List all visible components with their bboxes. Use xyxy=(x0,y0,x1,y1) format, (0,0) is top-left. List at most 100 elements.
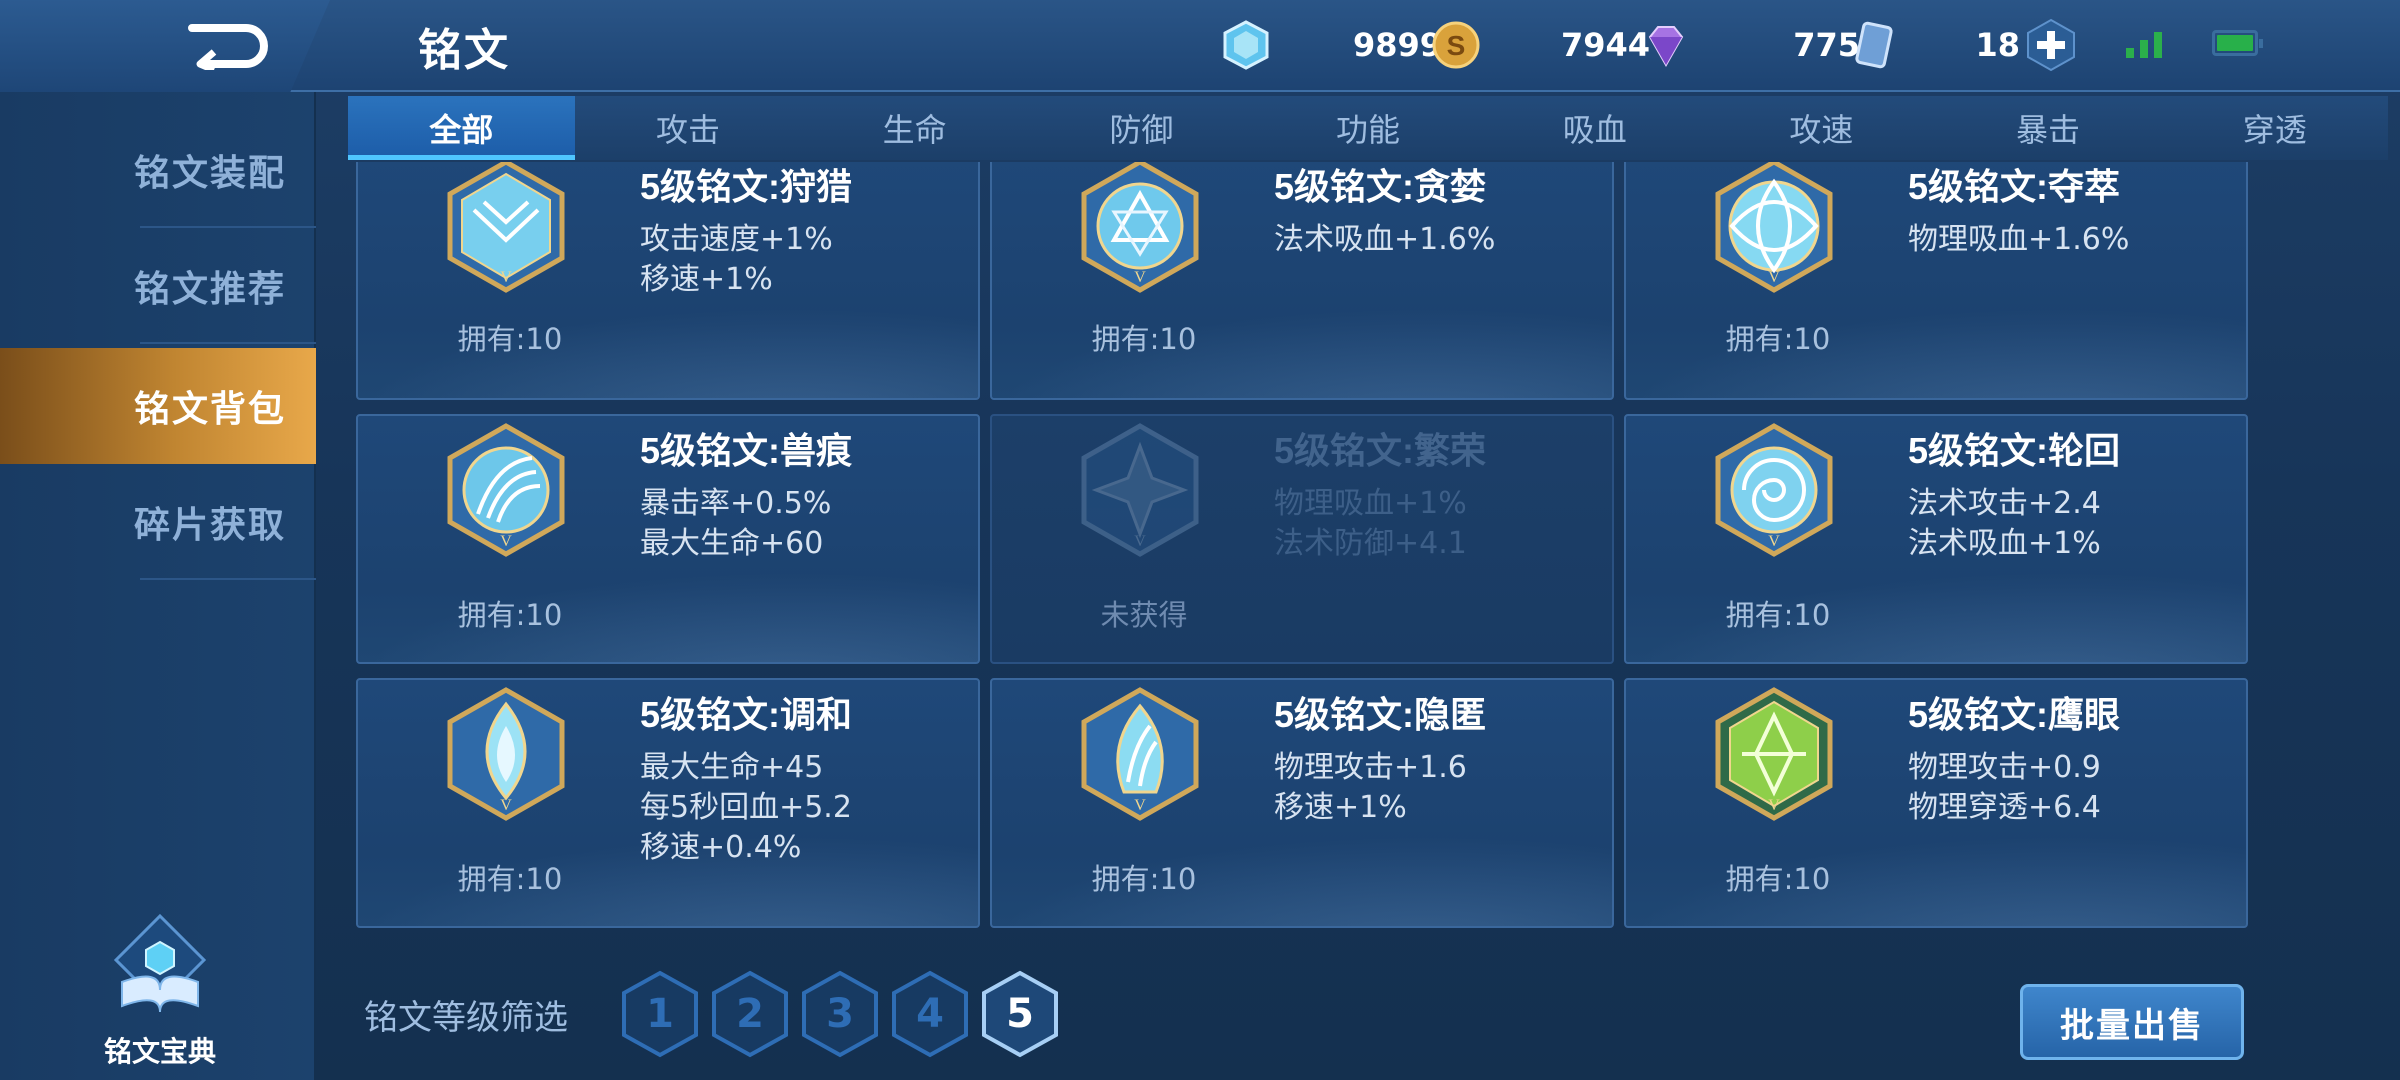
rune-attr: 物理攻击+0.9 xyxy=(1908,750,2101,785)
rune-card-seize[interactable]: V 5级铭文:夺萃 物理吸血+1.6% 拥有:10 xyxy=(1624,162,2248,400)
svg-text:V: V xyxy=(500,533,512,550)
sidebar-item-rune-recommend[interactable]: 铭文推荐 xyxy=(0,228,316,344)
level-filter-2[interactable]: 2 xyxy=(710,970,790,1058)
rune-codex-label: 铭文宝典 xyxy=(103,1035,216,1068)
svg-text:S: S xyxy=(1447,30,1466,61)
category-tabs: 全部 攻击 生命 防御 功能 吸血 攻速 暴击 穿透 xyxy=(348,96,2388,160)
svg-text:V: V xyxy=(1768,797,1780,814)
top-bar: 铭文 9899 S 7944 775 18 xyxy=(0,0,2400,92)
rune-owned-count: 拥有:10 xyxy=(457,862,563,896)
rune-beast-mark-icon: V xyxy=(447,423,565,557)
rune-card-hunt[interactable]: V 5级铭文:狩猎 攻击速度+1% 移速+1% 拥有:10 xyxy=(356,162,980,400)
rune-attr: 物理吸血+1% xyxy=(1274,486,1467,521)
rune-owned-count: 拥有:10 xyxy=(1725,322,1831,356)
battery-icon xyxy=(2212,30,2263,56)
rune-attr: 物理攻击+1.6 xyxy=(1274,750,1467,785)
sidebar-item-rune-loadout[interactable]: 铭文装配 xyxy=(0,112,316,228)
tab-attack[interactable]: 攻击 xyxy=(575,96,802,160)
card-ticket-icon xyxy=(1855,21,1893,69)
gold-coin-icon: S xyxy=(1432,21,1480,69)
rune-codex-button[interactable]: 铭文宝典 xyxy=(100,912,220,1070)
rune-attr: 暴击率+0.5% xyxy=(640,486,832,521)
rune-harmony-icon: V xyxy=(447,687,565,821)
gold-currency: S 7944 xyxy=(1430,14,1650,76)
rune-card-reincarnation[interactable]: V 5级铭文:轮回 法术攻击+2.4 法术吸血+1% 拥有:10 xyxy=(1624,414,2248,664)
tab-lifesteal[interactable]: 吸血 xyxy=(1481,96,1708,160)
rune-attr: 最大生命+45 xyxy=(640,750,824,785)
add-ticket-plus-icon[interactable] xyxy=(2024,18,2078,72)
level-number: 5 xyxy=(1006,991,1034,1037)
tab-defense[interactable]: 防御 xyxy=(1028,96,1255,160)
rune-attr: 移速+0.4% xyxy=(640,830,802,865)
svg-text:V: V xyxy=(1768,533,1780,550)
sidebar-item-label: 铭文背包 xyxy=(133,389,286,430)
signal-strength-icon xyxy=(2126,32,2162,58)
svg-text:V: V xyxy=(1134,533,1146,550)
rune-codex-book-icon xyxy=(113,913,207,1013)
rune-owned-count: 拥有:10 xyxy=(1091,322,1197,356)
level-filter-3[interactable]: 3 xyxy=(800,970,880,1058)
rune-name: 5级铭文:隐匿 xyxy=(1274,694,1487,735)
svg-text:V: V xyxy=(1768,269,1780,286)
rune-attr: 最大生命+60 xyxy=(640,526,824,561)
rune-owned-count: 拥有:10 xyxy=(1725,598,1831,632)
rune-attr: 法术攻击+2.4 xyxy=(1908,486,2101,521)
level-filter-5[interactable]: 5 xyxy=(980,970,1060,1058)
rune-hunt-icon: V xyxy=(447,162,565,293)
divider xyxy=(140,342,316,344)
rune-attr: 法术防御+4.1 xyxy=(1274,526,1467,561)
tab-penetration[interactable]: 穿透 xyxy=(2161,96,2388,160)
rune-card-harmony[interactable]: V 5级铭文:调和 最大生命+45 每5秒回血+5.2 移速+0.4% 拥有:1… xyxy=(356,678,980,928)
rune-card-hawk-eye[interactable]: V 5级铭文:鹰眼 物理攻击+0.9 物理穿透+6.4 拥有:10 xyxy=(1624,678,2248,928)
rune-owned-count: 拥有:10 xyxy=(457,598,563,632)
level-filter-4[interactable]: 4 xyxy=(890,970,970,1058)
sidebar-item-label: 铭文装配 xyxy=(133,153,286,194)
batch-sell-button[interactable]: 批量出售 xyxy=(2020,984,2244,1060)
rune-attr: 攻击速度+1% xyxy=(640,222,833,257)
rune-name: 5级铭文:兽痕 xyxy=(640,430,853,471)
rune-reincarnation-icon: V xyxy=(1715,423,1833,557)
rune-card-beast-mark[interactable]: V 5级铭文:兽痕 暴击率+0.5% 最大生命+60 拥有:10 xyxy=(356,414,980,664)
tab-attack-speed[interactable]: 攻速 xyxy=(1708,96,1935,160)
sidebar-item-fragment-obtain[interactable]: 碎片获取 xyxy=(0,464,316,580)
tab-critical[interactable]: 暴击 xyxy=(1935,96,2162,160)
rune-attr: 移速+1% xyxy=(1274,790,1407,825)
tab-health[interactable]: 生命 xyxy=(801,96,1028,160)
sidebar-item-label: 铭文推荐 xyxy=(133,269,286,310)
rune-name: 5级铭文:繁荣 xyxy=(1274,430,1487,471)
rune-name: 5级铭文:调和 xyxy=(640,694,853,735)
rune-prosperity-icon: V xyxy=(1081,423,1199,557)
divider xyxy=(140,578,316,580)
rune-owned-count: 拥有:10 xyxy=(457,322,563,356)
rune-attr: 物理吸血+1.6% xyxy=(1908,222,2130,257)
rune-owned-count: 拥有:10 xyxy=(1091,862,1197,896)
sidebar-item-label: 碎片获取 xyxy=(133,505,286,546)
rune-attr: 物理穿透+6.4 xyxy=(1908,790,2101,825)
rune-card-prosperity[interactable]: V 5级铭文:繁荣 物理吸血+1% 法术防御+4.1 未获得 xyxy=(990,414,1614,664)
svg-text:V: V xyxy=(500,797,512,814)
rune-card-stealth[interactable]: V 5级铭文:隐匿 物理攻击+1.6 移速+1% 拥有:10 xyxy=(990,678,1614,928)
rune-name: 5级铭文:轮回 xyxy=(1908,430,2121,471)
svg-text:V: V xyxy=(1134,797,1146,814)
level-number: 2 xyxy=(736,991,764,1037)
rune-card-greed[interactable]: V 5级铭文:贪婪 法术吸血+1.6% 拥有:10 xyxy=(990,162,1614,400)
tab-utility[interactable]: 功能 xyxy=(1255,96,1482,160)
level-filter-label: 铭文等级筛选 xyxy=(364,998,568,1038)
level-number: 3 xyxy=(826,991,854,1037)
back-button[interactable] xyxy=(0,0,330,92)
level-number: 4 xyxy=(916,991,944,1037)
rune-seize-icon: V xyxy=(1715,162,1833,293)
tab-all[interactable]: 全部 xyxy=(348,96,575,160)
sidebar-item-rune-bag[interactable]: 铭文背包 xyxy=(0,348,316,464)
rune-attr: 每5秒回血+5.2 xyxy=(640,790,852,825)
diamond-icon xyxy=(1648,26,1684,68)
svg-text:V: V xyxy=(500,269,512,286)
rune-greed-icon: V xyxy=(1081,162,1199,293)
crystal-currency: 9899 xyxy=(1220,14,1442,76)
level-filter-1[interactable]: 1 xyxy=(620,970,700,1058)
rune-owned-count: 拥有:10 xyxy=(1725,862,1831,896)
rune-hawk-eye-icon: V xyxy=(1715,687,1833,821)
rune-grid: V 5级铭文:狩猎 攻击速度+1% 移速+1% 拥有:10 V 5级铭文:贪婪 … xyxy=(352,162,2392,942)
rune-name: 5级铭文:夺萃 xyxy=(1908,166,2121,207)
rune-attr: 法术吸血+1% xyxy=(1908,526,2101,561)
